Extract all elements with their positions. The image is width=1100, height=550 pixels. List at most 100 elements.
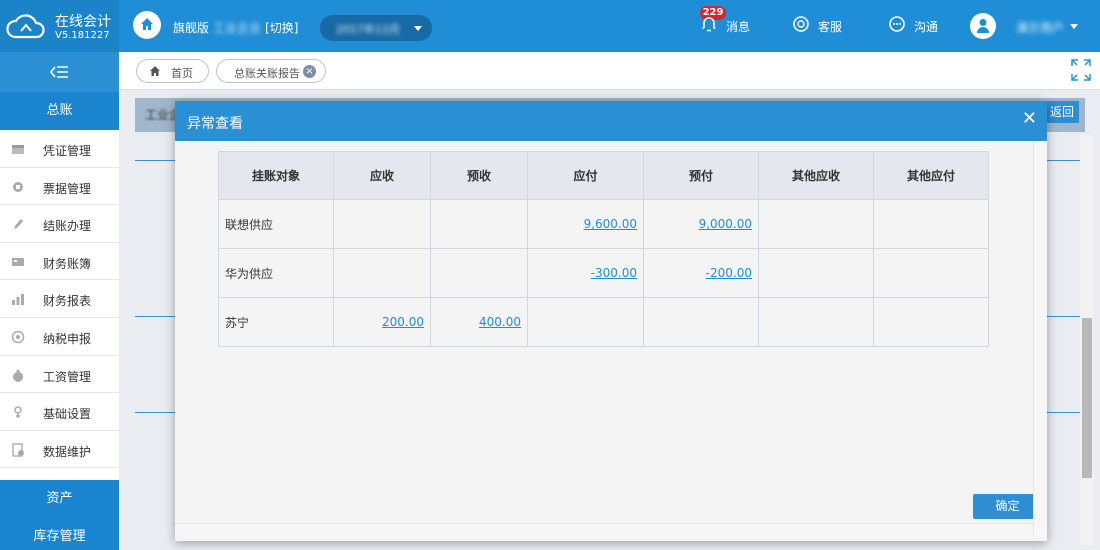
sidebar-item-label: 基础设置 <box>43 407 92 422</box>
sidebar-item-salary[interactable]: 工资管理 <box>0 356 119 394</box>
sidebar-item-settings[interactable]: 基础设置 <box>0 393 119 431</box>
table-cell: 苏宁 <box>218 297 334 347</box>
bell-icon <box>700 15 718 36</box>
sidebar-item-closing[interactable]: 结账办理 <box>0 205 119 243</box>
dialog-body: 挂账对象 应收 预收 应付 预付 其他应收 其他应付 联想供应 9,600.00… <box>175 141 1047 526</box>
column-header: 其他应付 <box>873 151 989 200</box>
chevron-down-icon <box>414 26 422 31</box>
collapse-menu-icon <box>49 66 68 78</box>
dialog-vertical-scrollbar[interactable] <box>1033 141 1047 537</box>
fullscreen-icon[interactable] <box>1070 58 1092 82</box>
edition-info: 旗舰版 工业企业 [切换] <box>173 19 298 36</box>
dialog-horizontal-scrollbar[interactable] <box>175 523 1033 537</box>
tab-home[interactable]: 首页 <box>136 59 209 83</box>
sidebar-item-label: 凭证管理 <box>43 144 92 158</box>
sidebar-group-inventory[interactable]: 库存管理 <box>0 518 119 550</box>
sidebar-item-voucher[interactable]: 凭证管理 <box>0 130 119 168</box>
sidebar-item-label: 财务账簿 <box>43 256 92 271</box>
amount-link[interactable]: 9,000.00 <box>699 217 752 231</box>
dialog-header: 异常查看 ✕ <box>175 101 1047 141</box>
chat-label: 沟通 <box>914 20 939 34</box>
amount-link[interactable]: 9,600.00 <box>584 217 637 231</box>
sidebar-item-label: 工资管理 <box>43 369 92 384</box>
sidebar-nav: 凭证管理 票据管理 结账办理 财务账簿 财务报表 纳税申报 工资管理 基础设置 <box>0 130 119 469</box>
table-cell: -200.00 <box>643 248 759 298</box>
table-cell: 400.00 <box>430 297 528 347</box>
table-row: 联想供应 9,600.00 9,000.00 <box>218 199 989 249</box>
bar-chart-icon <box>12 294 24 306</box>
table-cell <box>643 297 759 347</box>
tax-icon <box>11 330 25 344</box>
sidebar-group-ledger[interactable]: 总账 <box>0 92 119 130</box>
sidebar-item-label: 数据维护 <box>43 444 92 459</box>
page-scrollbar[interactable] <box>1080 135 1094 545</box>
username[interactable]: 演示用户 <box>1016 19 1064 36</box>
sidebar-group-assets[interactable]: 资产 <box>0 480 119 518</box>
amount-link[interactable]: -300.00 <box>591 266 637 280</box>
period-select[interactable]: 2017年12月 <box>320 15 432 41</box>
home-button[interactable] <box>133 11 161 39</box>
sidebar-item-bills[interactable]: 票据管理 <box>0 168 119 206</box>
divider <box>135 160 175 161</box>
table-row: 苏宁 200.00 400.00 <box>218 297 989 347</box>
tab-close-report[interactable]: 总账关账报告 × <box>216 59 326 83</box>
back-button[interactable]: 返回 <box>1045 101 1079 123</box>
switch-company-link[interactable]: [切换] <box>265 21 298 35</box>
sidebar-item-books[interactable]: 财务账簿 <box>0 243 119 281</box>
column-header: 预付 <box>643 151 759 200</box>
table-cell <box>758 199 874 249</box>
close-icon[interactable]: × <box>303 65 316 78</box>
brand-area: 在线会计 V5.181227 <box>0 0 119 52</box>
sidebar: 总账 凭证管理 票据管理 结账办理 财务账簿 财务报表 纳税申报 工资管理 基础… <box>0 52 119 550</box>
table-header-row: 挂账对象 应收 预收 应付 预付 其他应收 其他应付 <box>218 151 989 200</box>
table-cell <box>873 248 989 298</box>
table-cell: -300.00 <box>527 248 644 298</box>
edition-label: 旗舰版 <box>173 21 210 35</box>
confirm-button[interactable]: 确定 <box>973 494 1042 519</box>
table-cell <box>873 199 989 249</box>
period-value: 2017年12月 <box>336 23 400 36</box>
anomaly-dialog: 异常查看 ✕ 挂账对象 应收 预收 应付 预付 其他应收 其他应付 联想供应 9… <box>175 101 1047 541</box>
sidebar-item-label: 纳税申报 <box>43 331 92 346</box>
table-cell <box>430 199 528 249</box>
amount-link[interactable]: -200.00 <box>706 266 752 280</box>
table-cell <box>333 248 431 298</box>
sidebar-collapse-button[interactable] <box>0 52 119 92</box>
dialog-title: 异常查看 <box>187 116 243 132</box>
table-cell: 9,000.00 <box>643 199 759 249</box>
user-menu-chevron-icon[interactable] <box>1070 24 1078 29</box>
sidebar-item-label: 票据管理 <box>43 181 92 196</box>
sidebar-item-tax[interactable]: 纳税申报 <box>0 318 119 356</box>
app-name: 在线会计 <box>55 14 111 30</box>
table-row: 华为供应 -300.00 -200.00 <box>218 248 989 298</box>
scrollbar-thumb[interactable] <box>1082 318 1092 478</box>
table-cell <box>430 248 528 298</box>
sidebar-item-label: 结账办理 <box>43 219 92 234</box>
column-header: 应收 <box>333 151 431 200</box>
app-version: V5.181227 <box>55 30 110 41</box>
divider <box>1046 160 1080 161</box>
divider <box>135 316 175 317</box>
tab-active-label: 总账关账报告 <box>234 67 300 80</box>
table-cell <box>873 297 989 347</box>
sidebar-item-data[interactable]: 数据维护 <box>0 431 119 469</box>
table-cell: 华为供应 <box>218 248 334 298</box>
data-icon <box>12 443 24 457</box>
voucher-icon <box>12 145 24 154</box>
user-icon <box>977 19 989 33</box>
close-icon[interactable]: ✕ <box>1022 110 1037 128</box>
home-icon <box>141 18 153 30</box>
divider <box>135 412 175 413</box>
sidebar-item-reports[interactable]: 财务报表 <box>0 280 119 318</box>
table-cell <box>758 248 874 298</box>
amount-link[interactable]: 400.00 <box>479 315 521 329</box>
avatar[interactable] <box>970 13 996 39</box>
chat-bubble-icon <box>888 15 906 36</box>
sidebar-item-label: 财务报表 <box>43 294 92 309</box>
column-header: 应付 <box>527 151 644 200</box>
table-cell: 联想供应 <box>218 199 334 249</box>
anomaly-table: 挂账对象 应收 预收 应付 预付 其他应收 其他应付 联想供应 9,600.00… <box>218 151 989 347</box>
table-cell <box>333 199 431 249</box>
amount-link[interactable]: 200.00 <box>382 315 424 329</box>
divider <box>1046 412 1080 413</box>
